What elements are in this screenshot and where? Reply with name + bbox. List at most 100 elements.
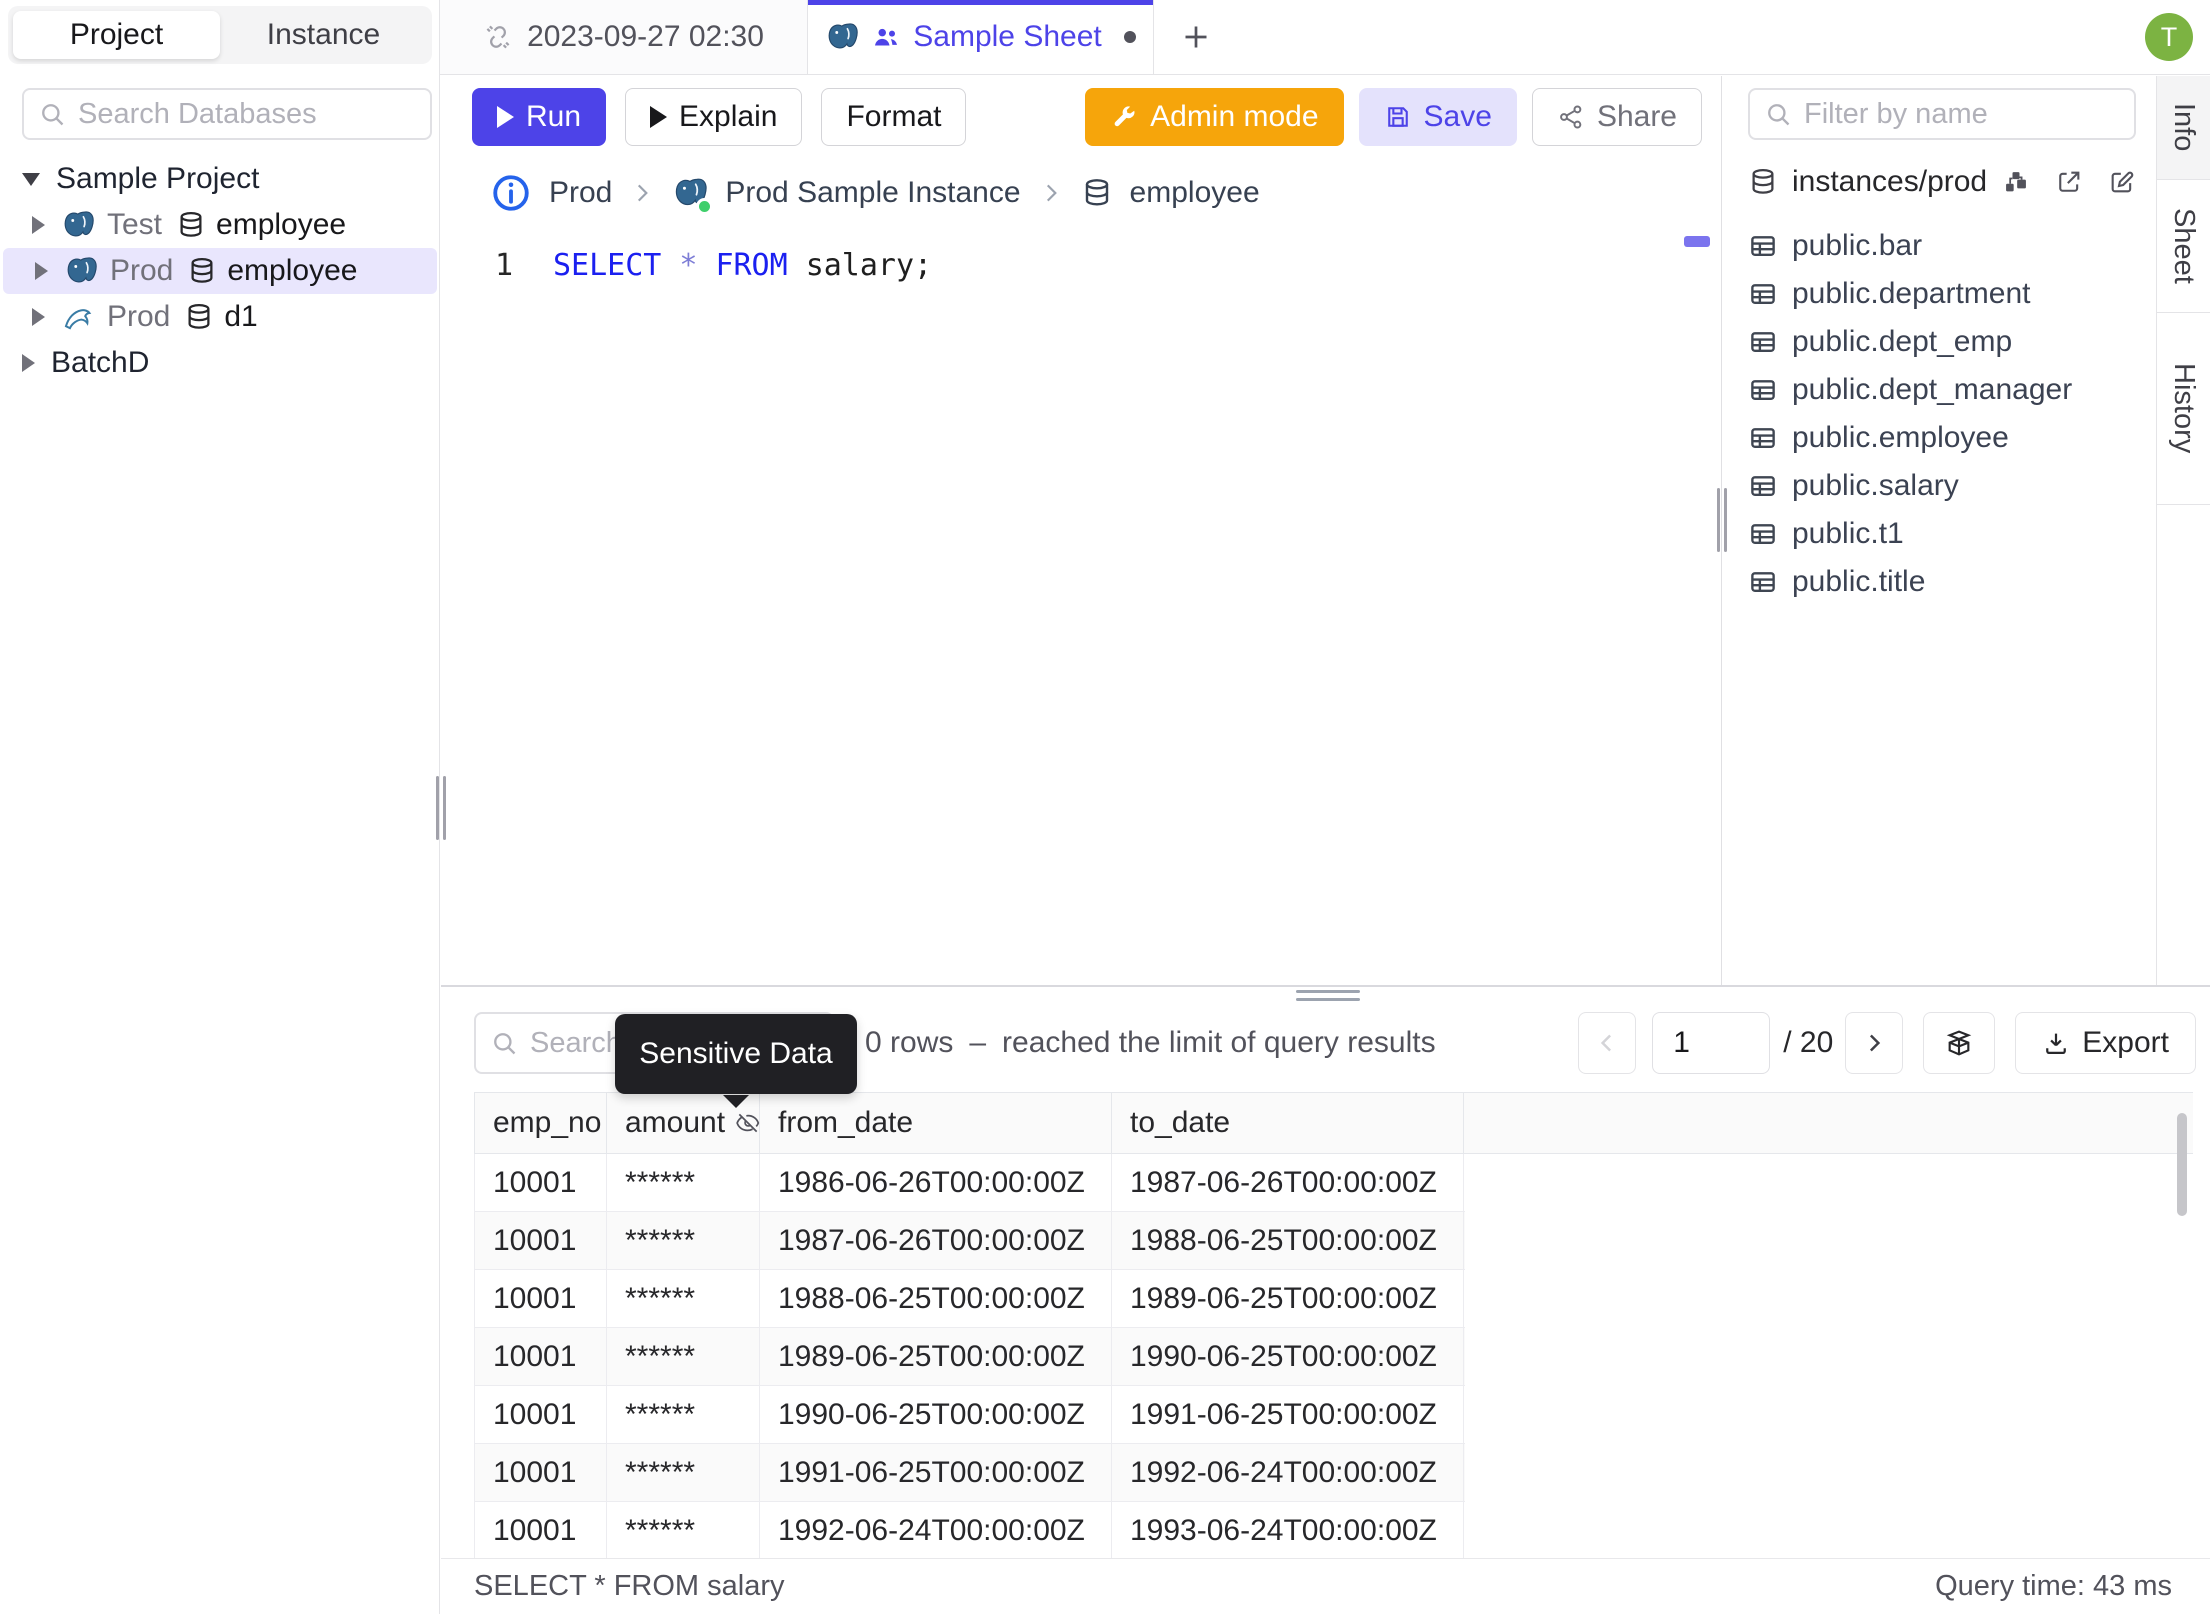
sheet-tab-bar: 2023-09-27 02:30 Sample Sheet: [440, 0, 2210, 75]
table-list-item[interactable]: public.dept_manager: [1728, 366, 2156, 414]
new-sheet-button[interactable]: [1178, 19, 1214, 55]
schema-panel: instances/prod public.bar public.departm…: [1728, 76, 2156, 985]
export-button[interactable]: Export: [2015, 1012, 2196, 1074]
table-row[interactable]: 10001 ****** 1991-06-25T00:00:00Z 1992-06-2…: [474, 1444, 1465, 1502]
breadcrumb-database[interactable]: employee: [1130, 176, 1260, 210]
next-page-button[interactable]: [1845, 1012, 1904, 1074]
tooltip-label: Sensitive Data: [639, 1037, 833, 1070]
caret-right-icon[interactable]: [22, 354, 35, 372]
table-row[interactable]: 10001 ****** 1986-06-26T00:00:00Z 1987-06-2…: [474, 1154, 1465, 1212]
search-icon: [38, 100, 66, 128]
table-cell: 1987-06-26T00:00:00Z: [760, 1212, 1112, 1269]
postgres-icon: [64, 254, 98, 288]
database-icon: [176, 210, 206, 240]
table-cell: 1991-06-25T00:00:00Z: [1112, 1386, 1464, 1443]
prev-page-button[interactable]: [1578, 1012, 1637, 1074]
table-list-item[interactable]: public.t1: [1728, 510, 2156, 558]
table-row[interactable]: 10001 ****** 1992-06-24T00:00:00Z 1993-06-2…: [474, 1502, 1465, 1560]
table-row[interactable]: 10001 ****** 1989-06-25T00:00:00Z 1990-06-2…: [474, 1328, 1465, 1386]
sql-keyword: FROM: [715, 248, 788, 283]
column-header-emp-no[interactable]: emp_no: [474, 1093, 607, 1153]
results-panel: 0 rows – reached the limit of query resu…: [441, 985, 2210, 1560]
explain-button[interactable]: Explain: [625, 88, 803, 146]
table-cell: ******: [607, 1328, 760, 1385]
table-list-item[interactable]: public.employee: [1728, 414, 2156, 462]
database-label: d1: [224, 300, 258, 333]
table-cell: 10001: [474, 1270, 607, 1327]
caret-right-icon[interactable]: [35, 262, 48, 280]
caret-down-icon[interactable]: [22, 172, 40, 186]
schema-diagram-icon[interactable]: [2002, 168, 2030, 196]
share-button[interactable]: Share: [1531, 88, 1702, 146]
tree-item-test-employee[interactable]: Test employee: [0, 202, 440, 248]
connection-status-dot: [696, 198, 714, 215]
tree-item-prod-d1[interactable]: Prod d1: [0, 294, 440, 340]
page-number-input[interactable]: [1652, 1012, 1771, 1074]
results-scrollbar[interactable]: [2177, 1113, 2187, 1216]
table-list-item[interactable]: public.department: [1728, 270, 2156, 318]
tree-item-prod-employee-selected[interactable]: Prod employee: [3, 248, 437, 294]
caret-right-icon[interactable]: [32, 216, 45, 234]
format-button[interactable]: Format: [821, 88, 967, 146]
tree-item-sample-project[interactable]: Sample Project: [0, 156, 440, 202]
table-list: public.bar public.department public.dept…: [1728, 222, 2156, 606]
breadcrumb-instance[interactable]: Prod Sample Instance: [725, 176, 1020, 210]
connection-name: instances/prod: [1792, 165, 1988, 198]
table-cell: 10001: [474, 1386, 607, 1443]
table-list-item[interactable]: public.dept_emp: [1728, 318, 2156, 366]
wrench-icon: [1110, 103, 1138, 131]
table-list-item[interactable]: public.salary: [1728, 462, 2156, 510]
database-icon: [1081, 177, 1113, 209]
table-row[interactable]: 10001 ****** 1990-06-25T00:00:00Z 1991-06-2…: [474, 1386, 1465, 1444]
tab-instance[interactable]: Instance: [220, 11, 427, 59]
external-link-icon[interactable]: [2055, 168, 2083, 196]
tab-sheet[interactable]: Sheet: [2157, 180, 2210, 313]
tab-project[interactable]: Project: [13, 11, 220, 59]
environment-label: Prod: [107, 300, 171, 333]
left-sidebar: Project Instance Sample Project Test: [0, 0, 440, 1614]
table-icon: [1748, 279, 1778, 309]
row-count: 0 rows: [865, 1026, 954, 1059]
breadcrumb-environment[interactable]: Prod: [549, 176, 612, 210]
mysql-icon: [61, 300, 95, 334]
table-cell: 1989-06-25T00:00:00Z: [1112, 1270, 1464, 1327]
tab-history[interactable]: History: [2157, 313, 2210, 505]
table-filter[interactable]: [1748, 88, 2136, 140]
save-button[interactable]: Save: [1358, 88, 1517, 146]
run-button[interactable]: Run: [472, 88, 607, 146]
tree-item-batchd[interactable]: BatchD: [0, 340, 440, 386]
table-cell: ******: [607, 1386, 760, 1443]
tab-info[interactable]: Info: [2157, 76, 2210, 180]
table-cell: ******: [607, 1154, 760, 1211]
query-time-text: Query time: 43 ms: [1935, 1570, 2172, 1602]
sheet-tab-sample-sheet-active[interactable]: Sample Sheet: [808, 0, 1154, 74]
results-resize-handle[interactable]: [1296, 990, 1360, 1006]
cube-icon-button[interactable]: [1923, 1012, 1996, 1074]
sheet-tab-timestamp[interactable]: 2023-09-27 02:30: [440, 0, 808, 74]
project-label: Sample Project: [56, 162, 260, 195]
shared-people-icon: [871, 22, 901, 52]
database-search[interactable]: [22, 88, 432, 140]
format-label: Format: [846, 100, 942, 133]
admin-mode-button[interactable]: Admin mode: [1085, 88, 1344, 146]
line-number: 1: [494, 248, 513, 283]
table-name: public.title: [1792, 565, 1926, 598]
table-cell: ******: [607, 1502, 760, 1559]
table-name: public.dept_manager: [1792, 373, 2073, 406]
filter-by-name-input[interactable]: [1804, 97, 2120, 131]
sql-editor[interactable]: 1 SELECT * FROM salary;: [441, 232, 1721, 985]
user-avatar[interactable]: T: [2145, 13, 2193, 61]
search-icon: [1764, 100, 1792, 128]
search-databases-input[interactable]: [78, 97, 416, 131]
caret-right-icon[interactable]: [32, 308, 45, 326]
table-list-item[interactable]: public.title: [1728, 558, 2156, 606]
table-row[interactable]: 10001 ****** 1988-06-25T00:00:00Z 1989-06-2…: [474, 1270, 1465, 1328]
edit-icon[interactable]: [2108, 168, 2136, 196]
table-list-item[interactable]: public.bar: [1728, 222, 2156, 270]
right-tab-strip: Info Sheet History: [2156, 76, 2210, 985]
column-header-to-date[interactable]: to_date: [1112, 1093, 1464, 1153]
table-row[interactable]: 10001 ****** 1987-06-26T00:00:00Z 1988-06-2…: [474, 1212, 1465, 1270]
column-header-from-date[interactable]: from_date: [760, 1093, 1112, 1153]
info-icon[interactable]: [490, 172, 532, 214]
left-resize-handle[interactable]: [432, 776, 450, 840]
